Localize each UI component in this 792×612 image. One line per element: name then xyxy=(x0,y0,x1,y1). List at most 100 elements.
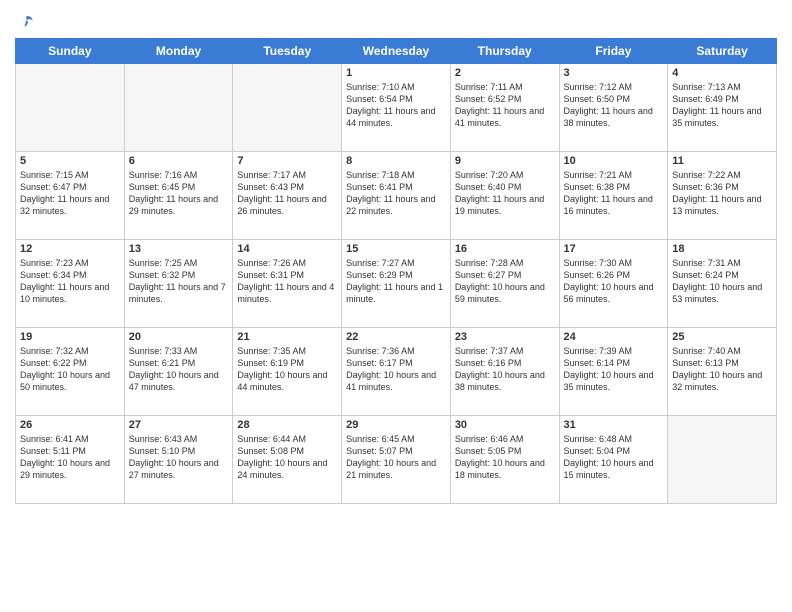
day-number: 3 xyxy=(564,67,664,79)
table-row: 8Sunrise: 7:18 AMSunset: 6:41 PMDaylight… xyxy=(342,152,451,240)
day-info: Sunrise: 7:12 AMSunset: 6:50 PMDaylight:… xyxy=(564,81,664,130)
table-row: 12 Sunrise: 7:23 AMSunset: 6:34 PMDayligh… xyxy=(16,240,125,328)
day-info: Sunrise: 7:16 AMSunset: 6:45 PMDaylight:… xyxy=(129,169,229,218)
table-row: 25 Sunrise: 7:40 AMSunset: 6:13 PMDayligh… xyxy=(668,328,777,416)
day-info: Sunrise: 6:44 AMSunset: 5:08 PMDaylight:… xyxy=(237,433,337,482)
day-info: Sunrise: 7:17 AMSunset: 6:43 PMDaylight:… xyxy=(237,169,337,218)
table-row: 19 Sunrise: 7:32 AMSunset: 6:22 PMDayligh… xyxy=(16,328,125,416)
calendar-week-row: 5 Sunrise: 7:15 AMSunset: 6:47 PMDaylight… xyxy=(16,152,777,240)
day-info: Sunrise: 7:10 AMSunset: 6:54 PMDaylight:… xyxy=(346,81,446,130)
day-info: Sunrise: 7:35 AMSunset: 6:19 PMDaylight:… xyxy=(237,345,337,394)
day-number: 31 xyxy=(564,419,664,431)
day-info: Sunrise: 6:45 AMSunset: 5:07 PMDaylight:… xyxy=(346,433,446,482)
day-info: Sunrise: 7:40 AMSunset: 6:13 PMDaylight:… xyxy=(672,345,772,394)
day-info: Sunrise: 7:39 AMSunset: 6:14 PMDaylight:… xyxy=(564,345,664,394)
day-info: Sunrise: 7:27 AMSunset: 6:29 PMDaylight:… xyxy=(346,257,446,306)
col-tuesday: Tuesday xyxy=(233,39,342,64)
table-row: 1 Sunrise: 7:10 AMSunset: 6:54 PMDaylight… xyxy=(342,64,451,152)
day-number: 1 xyxy=(346,67,446,79)
day-info: Sunrise: 7:18 AMSunset: 6:41 PMDaylight:… xyxy=(346,169,446,218)
day-info: Sunrise: 7:32 AMSunset: 6:22 PMDaylight:… xyxy=(20,345,120,394)
col-sunday: Sunday xyxy=(16,39,125,64)
day-number: 9 xyxy=(455,155,555,167)
day-info: Sunrise: 7:21 AMSunset: 6:38 PMDaylight:… xyxy=(564,169,664,218)
day-number: 20 xyxy=(129,331,229,343)
table-row: 24 Sunrise: 7:39 AMSunset: 6:14 PMDayligh… xyxy=(559,328,668,416)
day-number: 5 xyxy=(20,155,120,167)
day-info: Sunrise: 7:11 AMSunset: 6:52 PMDaylight:… xyxy=(455,81,555,130)
day-info: Sunrise: 6:48 AMSunset: 5:04 PMDaylight:… xyxy=(564,433,664,482)
col-friday: Friday xyxy=(559,39,668,64)
table-row: 17 Sunrise: 7:30 AMSunset: 6:26 PMDayligh… xyxy=(559,240,668,328)
table-row: 14 Sunrise: 7:26 AMSunset: 6:31 PMDayligh… xyxy=(233,240,342,328)
day-number: 10 xyxy=(564,155,664,167)
calendar-header-row: Sunday Monday Tuesday Wednesday Thursday… xyxy=(16,39,777,64)
table-row xyxy=(668,416,777,504)
table-row xyxy=(124,64,233,152)
day-info: Sunrise: 7:30 AMSunset: 6:26 PMDaylight:… xyxy=(564,257,664,306)
table-row: 31 Sunrise: 6:48 AMSunset: 5:04 PMDayligh… xyxy=(559,416,668,504)
day-number: 11 xyxy=(672,155,772,167)
day-number: 26 xyxy=(20,419,120,431)
day-number: 27 xyxy=(129,419,229,431)
day-info: Sunrise: 7:20 AMSunset: 6:40 PMDaylight:… xyxy=(455,169,555,218)
day-info: Sunrise: 7:25 AMSunset: 6:32 PMDaylight:… xyxy=(129,257,229,306)
day-number: 4 xyxy=(672,67,772,79)
table-row: 10 Sunrise: 7:21 AMSunset: 6:38 PMDayligh… xyxy=(559,152,668,240)
day-number: 17 xyxy=(564,243,664,255)
calendar-week-row: 1 Sunrise: 7:10 AMSunset: 6:54 PMDaylight… xyxy=(16,64,777,152)
day-info: Sunrise: 7:26 AMSunset: 6:31 PMDaylight:… xyxy=(237,257,337,306)
day-info: Sunrise: 7:31 AMSunset: 6:24 PMDaylight:… xyxy=(672,257,772,306)
day-info: Sunrise: 7:22 AMSunset: 6:36 PMDaylight:… xyxy=(672,169,772,218)
day-info: Sunrise: 6:41 AMSunset: 5:11 PMDaylight:… xyxy=(20,433,120,482)
day-info: Sunrise: 7:28 AMSunset: 6:27 PMDaylight:… xyxy=(455,257,555,306)
day-number: 21 xyxy=(237,331,337,343)
header xyxy=(15,10,777,32)
day-info: Sunrise: 7:15 AMSunset: 6:47 PMDaylight:… xyxy=(20,169,120,218)
table-row: 28 Sunrise: 6:44 AMSunset: 5:08 PMDayligh… xyxy=(233,416,342,504)
day-info: Sunrise: 7:33 AMSunset: 6:21 PMDaylight:… xyxy=(129,345,229,394)
calendar-week-row: 26 Sunrise: 6:41 AMSunset: 5:11 PMDayligh… xyxy=(16,416,777,504)
day-number: 7 xyxy=(237,155,337,167)
day-number: 12 xyxy=(20,243,120,255)
page: Sunday Monday Tuesday Wednesday Thursday… xyxy=(0,0,792,612)
day-number: 22 xyxy=(346,331,446,343)
day-number: 13 xyxy=(129,243,229,255)
table-row: 16 Sunrise: 7:28 AMSunset: 6:27 PMDayligh… xyxy=(450,240,559,328)
day-number: 19 xyxy=(20,331,120,343)
day-number: 15 xyxy=(346,243,446,255)
table-row: 11 Sunrise: 7:22 AMSunset: 6:36 PMDayligh… xyxy=(668,152,777,240)
day-number: 24 xyxy=(564,331,664,343)
table-row: 27 Sunrise: 6:43 AMSunset: 5:10 PMDayligh… xyxy=(124,416,233,504)
day-number: 28 xyxy=(237,419,337,431)
table-row: 29 Sunrise: 6:45 AMSunset: 5:07 PMDayligh… xyxy=(342,416,451,504)
day-info: Sunrise: 7:13 AMSunset: 6:49 PMDaylight:… xyxy=(672,81,772,130)
day-number: 25 xyxy=(672,331,772,343)
day-info: Sunrise: 6:43 AMSunset: 5:10 PMDaylight:… xyxy=(129,433,229,482)
day-info: Sunrise: 7:23 AMSunset: 6:34 PMDaylight:… xyxy=(20,257,120,306)
logo xyxy=(15,14,35,32)
table-row: 4 Sunrise: 7:13 AMSunset: 6:49 PMDaylight… xyxy=(668,64,777,152)
table-row xyxy=(16,64,125,152)
calendar-week-row: 12 Sunrise: 7:23 AMSunset: 6:34 PMDayligh… xyxy=(16,240,777,328)
calendar-week-row: 19 Sunrise: 7:32 AMSunset: 6:22 PMDayligh… xyxy=(16,328,777,416)
day-number: 23 xyxy=(455,331,555,343)
col-wednesday: Wednesday xyxy=(342,39,451,64)
day-info: Sunrise: 6:46 AMSunset: 5:05 PMDaylight:… xyxy=(455,433,555,482)
col-monday: Monday xyxy=(124,39,233,64)
day-number: 18 xyxy=(672,243,772,255)
table-row: 26 Sunrise: 6:41 AMSunset: 5:11 PMDayligh… xyxy=(16,416,125,504)
day-number: 16 xyxy=(455,243,555,255)
day-number: 29 xyxy=(346,419,446,431)
day-info: Sunrise: 7:36 AMSunset: 6:17 PMDaylight:… xyxy=(346,345,446,394)
logo-bird-icon xyxy=(17,14,35,32)
table-row: 22 Sunrise: 7:36 AMSunset: 6:17 PMDayligh… xyxy=(342,328,451,416)
table-row: 18 Sunrise: 7:31 AMSunset: 6:24 PMDayligh… xyxy=(668,240,777,328)
table-row: 7 Sunrise: 7:17 AMSunset: 6:43 PMDaylight… xyxy=(233,152,342,240)
table-row: 2Sunrise: 7:11 AMSunset: 6:52 PMDaylight… xyxy=(450,64,559,152)
table-row: 6Sunrise: 7:16 AMSunset: 6:45 PMDaylight… xyxy=(124,152,233,240)
table-row: 23 Sunrise: 7:37 AMSunset: 6:16 PMDayligh… xyxy=(450,328,559,416)
day-info: Sunrise: 7:37 AMSunset: 6:16 PMDaylight:… xyxy=(455,345,555,394)
day-number: 14 xyxy=(237,243,337,255)
table-row: 5 Sunrise: 7:15 AMSunset: 6:47 PMDaylight… xyxy=(16,152,125,240)
